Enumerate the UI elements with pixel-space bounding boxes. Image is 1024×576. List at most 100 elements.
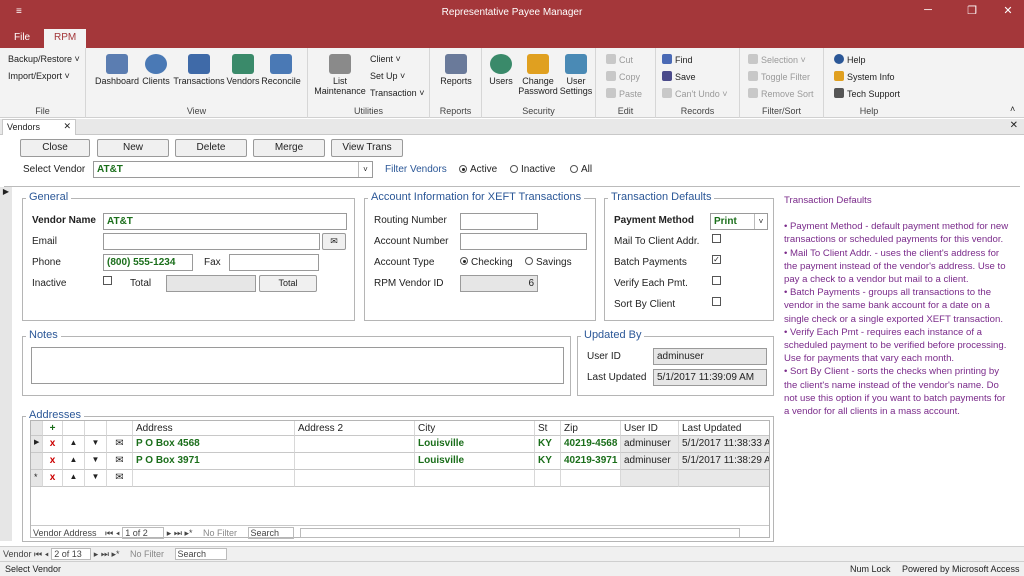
clients-button[interactable]: Clients xyxy=(140,54,172,86)
undo-button[interactable]: Can't Undo ˅ xyxy=(662,88,728,99)
first-record-icon[interactable]: ⏮ xyxy=(105,528,113,538)
mail-to-client-checkbox[interactable] xyxy=(712,234,721,243)
new-record-icon[interactable]: ▸* xyxy=(184,528,192,538)
dashboard-button[interactable]: Dashboard xyxy=(94,54,140,86)
total-button[interactable]: Total xyxy=(259,275,317,292)
checking-radio[interactable] xyxy=(460,257,468,265)
minimize-icon[interactable]: ─ xyxy=(916,4,940,16)
move-up-icon[interactable]: ▲ xyxy=(63,470,85,487)
setup-menu[interactable]: Set Up ˅ xyxy=(370,71,405,81)
cell-zip[interactable] xyxy=(561,470,621,487)
transaction-menu[interactable]: Transaction ˅ xyxy=(370,88,424,98)
find-button[interactable]: Find xyxy=(662,54,693,65)
move-up-icon[interactable]: ▲ xyxy=(63,453,85,470)
sort-by-client-checkbox[interactable] xyxy=(712,297,721,306)
email-button[interactable]: ✉ xyxy=(322,233,346,250)
new-row-selector[interactable]: * xyxy=(31,470,43,487)
move-down-icon[interactable]: ▼ xyxy=(85,453,107,470)
select-vendor-combo[interactable]: AT&T xyxy=(93,161,373,178)
cell-st[interactable] xyxy=(535,470,561,487)
cell-city[interactable]: Louisville xyxy=(415,436,535,453)
cell-zip[interactable]: 40219-4568 xyxy=(561,436,621,453)
next-record-icon[interactable]: ▸ xyxy=(94,549,99,559)
chevron-down-icon[interactable]: ˅ xyxy=(754,214,767,229)
grid-header-address2[interactable]: Address 2 xyxy=(295,421,415,436)
prev-record-icon[interactable]: ◂ xyxy=(116,528,120,538)
cell-address2[interactable] xyxy=(295,453,415,470)
reports-button[interactable]: Reports xyxy=(436,54,476,86)
client-menu[interactable]: Client ˅ xyxy=(370,54,401,64)
user-settings-button[interactable]: User Settings xyxy=(558,54,594,96)
row-selector[interactable]: ▶ xyxy=(31,436,43,453)
inactive-checkbox[interactable] xyxy=(103,276,112,285)
cell-city[interactable] xyxy=(415,470,535,487)
cell-st[interactable]: KY xyxy=(535,436,561,453)
grid-header-updated[interactable]: Last Updated xyxy=(679,421,769,436)
record-position[interactable]: 2 of 13 xyxy=(51,548,92,560)
fax-field[interactable] xyxy=(229,254,319,271)
batch-payments-checkbox[interactable]: ✓ xyxy=(712,255,721,264)
list-maintenance-button[interactable]: List Maintenance xyxy=(312,54,368,96)
import-export-button[interactable]: Import/Export ˅ xyxy=(8,71,70,81)
routing-field[interactable] xyxy=(460,213,538,230)
toggle-filter-button[interactable]: Toggle Filter xyxy=(748,71,810,82)
delete-row-button[interactable]: x xyxy=(43,470,63,487)
cell-address2[interactable] xyxy=(295,436,415,453)
cell-address[interactable]: P O Box 4568 xyxy=(133,436,295,453)
last-record-icon[interactable]: ⏭ xyxy=(101,549,109,559)
nav-search-input[interactable]: Search xyxy=(174,548,227,560)
next-record-icon[interactable]: ▸ xyxy=(167,528,172,538)
horizontal-scrollbar[interactable] xyxy=(300,528,741,538)
move-down-icon[interactable]: ▼ xyxy=(85,470,107,487)
grid-header-city[interactable]: City xyxy=(415,421,535,436)
grid-header-st[interactable]: St xyxy=(535,421,561,436)
savings-radio[interactable] xyxy=(525,257,533,265)
vendor-name-field[interactable]: AT&T xyxy=(103,213,347,230)
cell-address[interactable] xyxy=(133,470,295,487)
transactions-button[interactable]: Transactions xyxy=(172,54,226,86)
delete-button[interactable]: Delete xyxy=(175,139,247,157)
new-record-icon[interactable]: ▸* xyxy=(111,549,119,559)
last-record-icon[interactable]: ⏭ xyxy=(174,528,182,538)
change-password-button[interactable]: Change Password xyxy=(518,54,558,96)
new-button[interactable]: New xyxy=(97,139,169,157)
envelope-icon[interactable]: ✉ xyxy=(107,453,133,470)
prev-record-icon[interactable]: ◂ xyxy=(45,549,49,559)
tab-vendors[interactable]: Vendors ✕ xyxy=(2,119,76,135)
filter-inactive-radio[interactable] xyxy=(510,165,518,173)
cell-address[interactable]: P O Box 3971 xyxy=(133,453,295,470)
no-filter-button[interactable]: No Filter xyxy=(130,549,164,559)
cell-zip[interactable]: 40219-3971 xyxy=(561,453,621,470)
restore-icon[interactable]: ❐ xyxy=(960,4,984,17)
verify-each-checkbox[interactable] xyxy=(712,276,721,285)
cut-button[interactable]: Cut xyxy=(606,54,633,65)
account-number-field[interactable] xyxy=(460,233,587,250)
remove-sort-button[interactable]: Remove Sort xyxy=(748,88,814,99)
save-button[interactable]: Save xyxy=(662,71,696,82)
notes-field[interactable] xyxy=(31,347,564,384)
paste-button[interactable]: Paste xyxy=(606,88,642,99)
tech-support-button[interactable]: Tech Support xyxy=(834,88,900,99)
tab-file[interactable]: File xyxy=(4,29,40,48)
close-button[interactable]: Close xyxy=(20,139,90,157)
tab-rpm[interactable]: RPM xyxy=(44,29,87,48)
grid-header-user[interactable]: User ID xyxy=(621,421,679,436)
nav-search-input[interactable]: Search xyxy=(247,527,294,539)
grid-header-address[interactable]: Address xyxy=(133,421,295,436)
record-selector[interactable]: ▶ xyxy=(0,187,12,541)
cell-city[interactable]: Louisville xyxy=(415,453,535,470)
close-document-icon[interactable]: ✕ xyxy=(1010,120,1018,131)
copy-button[interactable]: Copy xyxy=(606,71,640,82)
filter-active-radio[interactable] xyxy=(459,165,467,173)
delete-row-button[interactable]: x xyxy=(43,453,63,470)
row-selector[interactable] xyxy=(31,453,43,470)
filter-all-radio[interactable] xyxy=(570,165,578,173)
move-down-icon[interactable]: ▼ xyxy=(85,436,107,453)
close-tab-icon[interactable]: ✕ xyxy=(63,121,71,132)
envelope-icon[interactable]: ✉ xyxy=(107,470,133,487)
move-up-icon[interactable]: ▲ xyxy=(63,436,85,453)
collapse-ribbon-icon[interactable]: ˄ xyxy=(1010,104,1015,114)
merge-button[interactable]: Merge xyxy=(253,139,325,157)
envelope-icon[interactable]: ✉ xyxy=(107,436,133,453)
first-record-icon[interactable]: ⏮ xyxy=(34,549,42,559)
